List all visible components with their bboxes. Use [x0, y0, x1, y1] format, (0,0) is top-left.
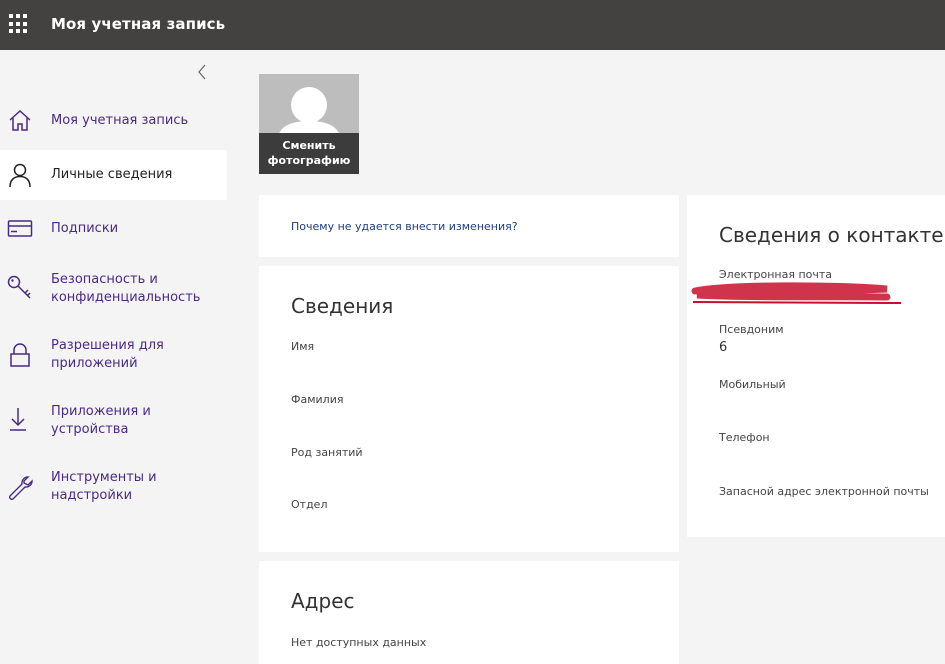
job-title-label: Род занятий — [291, 446, 363, 459]
address-card: Адрес Нет доступных данных — [259, 561, 679, 664]
alternate-email-label: Запасной адрес электронной почты — [719, 485, 929, 498]
profile-photo[interactable]: Сменить фотографию — [259, 74, 359, 174]
alias-value: 6 — [719, 340, 728, 355]
lock-icon — [7, 342, 33, 368]
sidebar-item-label: Подписки — [51, 221, 119, 236]
sidebar-item-label: Разрешения для приложений — [51, 338, 164, 371]
contact-card: Сведения о контакте Электронная почта Пс… — [687, 195, 945, 537]
change-photo-button[interactable]: Сменить фотографию — [259, 133, 359, 174]
sidebar-item-my-account[interactable]: Моя учетная запись — [0, 98, 227, 142]
last-name-label: Фамилия — [291, 393, 344, 406]
sidebar-item-security[interactable]: Безопасность и конфиденциальность — [0, 262, 227, 312]
key-icon — [7, 274, 33, 300]
sidebar-item-apps-devices[interactable]: Приложения и устройства — [0, 396, 227, 446]
details-card: Сведения Имя Фамилия Род занятий Отдел — [259, 266, 679, 552]
app-title[interactable]: Моя учетная запись — [51, 15, 225, 33]
address-title: Адрес — [291, 589, 355, 613]
phone-label: Телефон — [719, 431, 770, 444]
redacted-email-scribble — [691, 282, 902, 304]
address-empty-text: Нет доступных данных — [291, 636, 427, 649]
contact-title: Сведения о контакте — [719, 223, 944, 247]
main-content: Сменить фотографию Почему не удается вне… — [227, 50, 945, 664]
sidebar-item-label: Моя учетная запись — [51, 113, 189, 128]
why-cant-edit-link[interactable]: Почему не удается внести изменения? — [291, 220, 518, 233]
sidebar-item-label: Безопасность и конфиденциальность — [51, 272, 201, 305]
sidebar-item-label: Личные сведения — [51, 167, 173, 182]
wrench-icon — [7, 474, 33, 500]
person-icon — [7, 162, 33, 188]
download-icon — [7, 406, 33, 432]
sidebar-item-subscriptions[interactable]: Подписки — [0, 208, 227, 250]
sidebar-item-label: Инструменты и надстройки — [51, 470, 157, 503]
top-bar: Моя учетная запись — [0, 0, 945, 50]
card-icon — [7, 216, 33, 242]
home-icon — [7, 108, 33, 134]
sidebar-item-tools-addins[interactable]: Инструменты и надстройки — [0, 462, 227, 512]
department-label: Отдел — [291, 498, 328, 511]
app-launcher-icon[interactable] — [9, 14, 29, 34]
collapse-chevron-icon[interactable] — [192, 62, 212, 82]
mobile-label: Мобильный — [719, 378, 786, 391]
first-name-label: Имя — [291, 340, 315, 353]
help-card: Почему не удается внести изменения? — [259, 195, 679, 257]
sidebar-item-label: Приложения и устройства — [51, 404, 151, 437]
alias-label: Псевдоним — [719, 323, 784, 336]
email-label: Электронная почта — [719, 268, 833, 281]
sidebar: Моя учетная запись Личные сведения Подпи… — [0, 50, 227, 664]
details-title: Сведения — [291, 294, 394, 318]
sidebar-item-personal-info[interactable]: Личные сведения — [0, 150, 227, 200]
sidebar-item-app-permissions[interactable]: Разрешения для приложений — [0, 330, 227, 380]
